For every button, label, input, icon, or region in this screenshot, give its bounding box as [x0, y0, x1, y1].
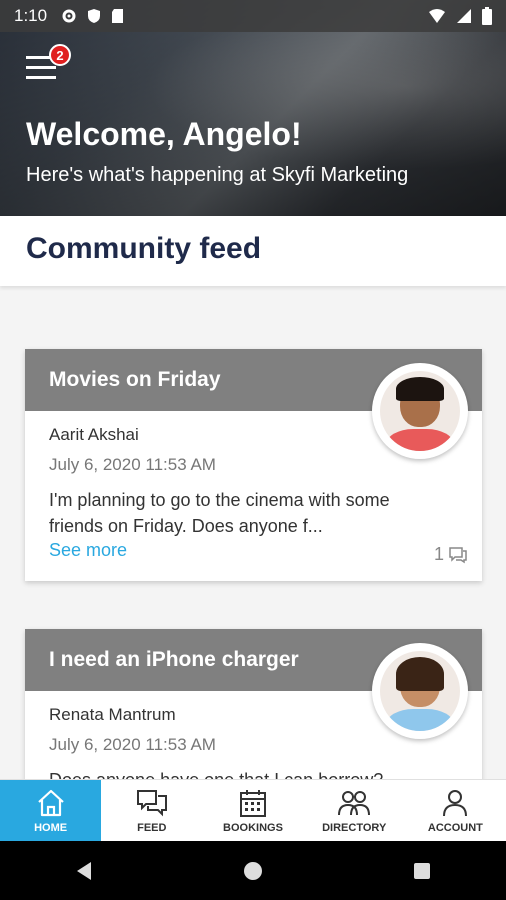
- recents-button[interactable]: [402, 851, 442, 891]
- nav-account[interactable]: ACCOUNT: [405, 780, 506, 842]
- feed-header: Community feed: [0, 216, 506, 286]
- see-more-link[interactable]: See more: [49, 540, 127, 561]
- wifi-icon: [429, 9, 445, 23]
- signal-icon: [457, 9, 471, 23]
- post-author: Renata Mantrum: [49, 705, 176, 724]
- post-author: Aarit Akshai: [49, 425, 139, 444]
- comment-count[interactable]: 1: [434, 544, 468, 565]
- sd-card-icon: [112, 9, 124, 23]
- welcome-subtitle: Here's what's happening at Skyfi Marketi…: [26, 164, 409, 186]
- system-nav-bar: [0, 841, 506, 900]
- post-body: I'm planning to go to the cinema with so…: [49, 490, 390, 536]
- square-icon: [413, 862, 430, 879]
- home-system-button[interactable]: [233, 851, 273, 891]
- circle-icon: [243, 861, 262, 880]
- status-time: 1:10: [14, 6, 48, 25]
- nav-label: DIRECTORY: [322, 822, 387, 834]
- back-icon: [77, 861, 92, 880]
- nav-home[interactable]: HOME: [0, 780, 102, 842]
- welcome-heading: Welcome, Angelo!: [26, 116, 302, 152]
- post-card[interactable]: Movies on Friday Aarit Akshai July 6, 20…: [25, 349, 482, 581]
- status-bar: 1:10: [0, 0, 506, 32]
- post-date: July 6, 2020 11:53 AM: [49, 735, 216, 754]
- chat-icon: [136, 790, 167, 817]
- person-icon: [443, 790, 468, 817]
- post-date: July 6, 2020 11:53 AM: [49, 455, 216, 474]
- avatar[interactable]: [372, 363, 468, 459]
- nav-label: BOOKINGS: [223, 822, 283, 834]
- notification-badge: 2: [49, 44, 71, 66]
- settings-icon: [62, 9, 76, 23]
- avatar[interactable]: [372, 643, 468, 739]
- page-title: Community feed: [26, 232, 262, 265]
- calendar-icon: [240, 790, 266, 817]
- nav-directory[interactable]: DIRECTORY: [304, 780, 405, 842]
- people-icon: [338, 791, 371, 816]
- shield-icon: [88, 9, 101, 23]
- nav-label: ACCOUNT: [427, 822, 483, 834]
- back-button[interactable]: [64, 851, 104, 891]
- nav-label: FEED: [137, 822, 167, 834]
- comment-count-value: 1: [433, 544, 444, 564]
- nav-label: HOME: [34, 822, 68, 834]
- comment-icon: [449, 546, 467, 563]
- bottom-nav: HOME FEED BOOKINGS DIRECTORY ACCOUNT: [0, 779, 506, 842]
- nav-bookings[interactable]: BOOKINGS: [202, 780, 303, 842]
- home-icon: [37, 789, 64, 817]
- nav-feed[interactable]: FEED: [101, 780, 202, 842]
- battery-icon: [482, 7, 492, 25]
